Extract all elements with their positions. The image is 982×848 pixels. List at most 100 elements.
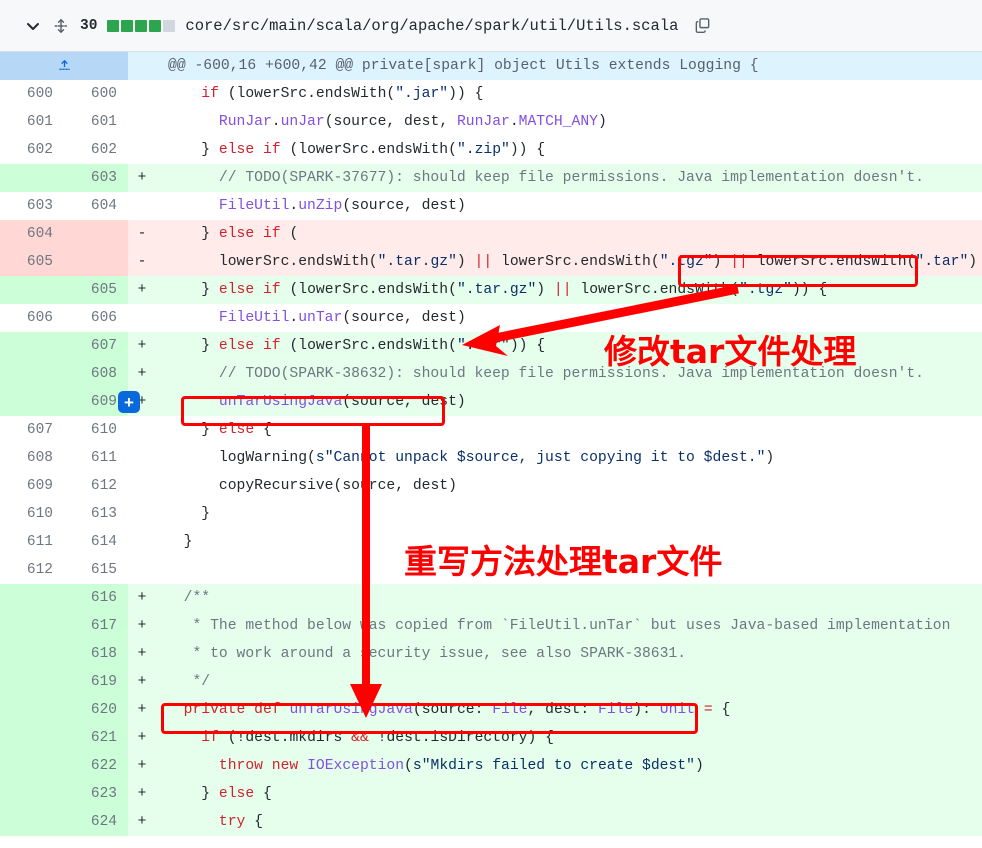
line-number-new[interactable]: 601 xyxy=(64,108,128,136)
line-number-old[interactable]: 602 xyxy=(0,136,64,164)
diff-marker xyxy=(128,108,156,136)
code-line[interactable]: if (!dest.mkdirs && !dest.isDirectory) { xyxy=(156,724,982,752)
code-line[interactable]: try { xyxy=(156,808,982,836)
diff-row: 617 + * The method below was copied from … xyxy=(0,612,982,640)
line-number-old[interactable] xyxy=(0,808,64,836)
diff-row: 619 + */ xyxy=(0,668,982,696)
line-number-new[interactable]: 611 xyxy=(64,444,128,472)
code-line[interactable]: FileUtil.unTar(source, dest) xyxy=(156,304,982,332)
line-number-new[interactable]: 618 xyxy=(64,640,128,668)
line-number-new[interactable]: 616 xyxy=(64,584,128,612)
line-number-new[interactable]: 623 xyxy=(64,780,128,808)
copy-icon[interactable] xyxy=(692,16,712,36)
line-number-old[interactable]: 611 xyxy=(0,528,64,556)
diff-marker: - xyxy=(128,220,156,248)
line-number-old[interactable]: 612 xyxy=(0,556,64,584)
code-line[interactable]: throw new IOException(s"Mkdirs failed to… xyxy=(156,752,982,780)
line-number-new[interactable]: 619 xyxy=(64,668,128,696)
line-number-old[interactable]: 600 xyxy=(0,80,64,108)
code-line[interactable]: } xyxy=(156,500,982,528)
line-number-old[interactable] xyxy=(0,276,64,304)
code-line[interactable]: if (lowerSrc.endsWith(".jar")) { xyxy=(156,80,982,108)
line-number-new[interactable]: 615 xyxy=(64,556,128,584)
code-line[interactable]: } xyxy=(156,528,982,556)
line-number-new[interactable]: 614 xyxy=(64,528,128,556)
line-number-old[interactable]: 604 xyxy=(0,220,64,248)
line-number-old[interactable]: 607 xyxy=(0,416,64,444)
line-number-new[interactable]: 605 xyxy=(64,276,128,304)
line-number-new[interactable]: 606 xyxy=(64,304,128,332)
line-number-new[interactable] xyxy=(64,248,128,276)
line-number-new[interactable]: 602 xyxy=(64,136,128,164)
code-line[interactable]: // TODO(SPARK-37677): should keep file p… xyxy=(156,164,982,192)
diff-row: 607 + } else if (lowerSrc.endsWith(".tar"… xyxy=(0,332,982,360)
code-line[interactable]: } else if (lowerSrc.endsWith(".zip")) { xyxy=(156,136,982,164)
code-line[interactable]: unTarUsingJava(source, dest) xyxy=(156,388,982,416)
code-line[interactable]: } else if ( xyxy=(156,220,982,248)
line-number-old[interactable] xyxy=(0,752,64,780)
chevron-down-icon[interactable] xyxy=(24,17,42,35)
line-number-new[interactable]: 608 xyxy=(64,360,128,388)
line-number-old[interactable]: 610 xyxy=(0,500,64,528)
line-number-new[interactable]: 610 xyxy=(64,416,128,444)
code-line[interactable]: FileUtil.unZip(source, dest) xyxy=(156,192,982,220)
line-number-new[interactable]: 607 xyxy=(64,332,128,360)
code-line[interactable]: * to work around a security issue, see a… xyxy=(156,640,982,668)
code-line[interactable]: copyRecursive(source, dest) xyxy=(156,472,982,500)
line-number-new[interactable]: 604 xyxy=(64,192,128,220)
line-number-new[interactable]: 603 xyxy=(64,164,128,192)
add-comment-button[interactable]: + xyxy=(118,391,140,413)
line-number-new[interactable]: 613 xyxy=(64,500,128,528)
code-line[interactable] xyxy=(156,556,982,584)
line-number-old[interactable]: 601 xyxy=(0,108,64,136)
code-line[interactable]: } else if (lowerSrc.endsWith(".tar")) { xyxy=(156,332,982,360)
code-line[interactable]: } else { xyxy=(156,780,982,808)
line-number-new[interactable]: 620 xyxy=(64,696,128,724)
diff-marker: + xyxy=(128,780,156,808)
line-number-old[interactable]: 606 xyxy=(0,304,64,332)
line-number-old[interactable]: 608 xyxy=(0,444,64,472)
line-number-old[interactable]: 603 xyxy=(0,192,64,220)
code-line[interactable]: * The method below was copied from `File… xyxy=(156,612,982,640)
file-path[interactable]: core/src/main/scala/org/apache/spark/uti… xyxy=(185,17,678,35)
expand-up-icon[interactable] xyxy=(0,52,128,80)
code-line[interactable]: } else if (lowerSrc.endsWith(".tar.gz") … xyxy=(156,276,982,304)
code-line[interactable]: lowerSrc.endsWith(".tar.gz") || lowerSrc… xyxy=(156,248,982,276)
line-number-old[interactable] xyxy=(0,332,64,360)
code-line[interactable]: } else { xyxy=(156,416,982,444)
line-number-old[interactable] xyxy=(0,696,64,724)
diff-marker xyxy=(128,416,156,444)
line-number-new[interactable] xyxy=(64,220,128,248)
diff-row: 618 + * to work around a security issue, … xyxy=(0,640,982,668)
code-line[interactable]: RunJar.unJar(source, dest, RunJar.MATCH_… xyxy=(156,108,982,136)
line-number-old[interactable]: 609 xyxy=(0,472,64,500)
code-line[interactable]: */ xyxy=(156,668,982,696)
diff-viewer: 30 core/src/main/scala/org/apache/spark/… xyxy=(0,0,982,848)
line-number-new[interactable]: 624 xyxy=(64,808,128,836)
line-number-old[interactable] xyxy=(0,612,64,640)
move-diff-icon[interactable] xyxy=(52,17,70,35)
line-number-new[interactable]: 617 xyxy=(64,612,128,640)
line-number-old[interactable] xyxy=(0,388,64,416)
line-number-old[interactable] xyxy=(0,164,64,192)
code-line[interactable]: // TODO(SPARK-38632): should keep file p… xyxy=(156,360,982,388)
line-number-old[interactable] xyxy=(0,780,64,808)
code-line[interactable]: private def unTarUsingJava(source: File,… xyxy=(156,696,982,724)
line-number-new[interactable]: 600 xyxy=(64,80,128,108)
diff-row: 605 - lowerSrc.endsWith(".tar.gz") || low… xyxy=(0,248,982,276)
line-number-new[interactable]: 612 xyxy=(64,472,128,500)
code-line[interactable]: logWarning(s"Cannot unpack $source, just… xyxy=(156,444,982,472)
line-number-old[interactable]: 605 xyxy=(0,248,64,276)
line-number-old[interactable] xyxy=(0,668,64,696)
code-line[interactable]: /** xyxy=(156,584,982,612)
line-number-old[interactable] xyxy=(0,584,64,612)
line-number-new[interactable]: 622 xyxy=(64,752,128,780)
diff-row: 620 + private def unTarUsingJava(source: … xyxy=(0,696,982,724)
line-number-new[interactable]: 621 xyxy=(64,724,128,752)
diff-row: 610 613 } xyxy=(0,500,982,528)
line-number-new[interactable]: 609 + xyxy=(64,388,140,416)
line-number-old[interactable] xyxy=(0,724,64,752)
diff-marker: + xyxy=(128,808,156,836)
line-number-old[interactable] xyxy=(0,360,64,388)
line-number-old[interactable] xyxy=(0,640,64,668)
